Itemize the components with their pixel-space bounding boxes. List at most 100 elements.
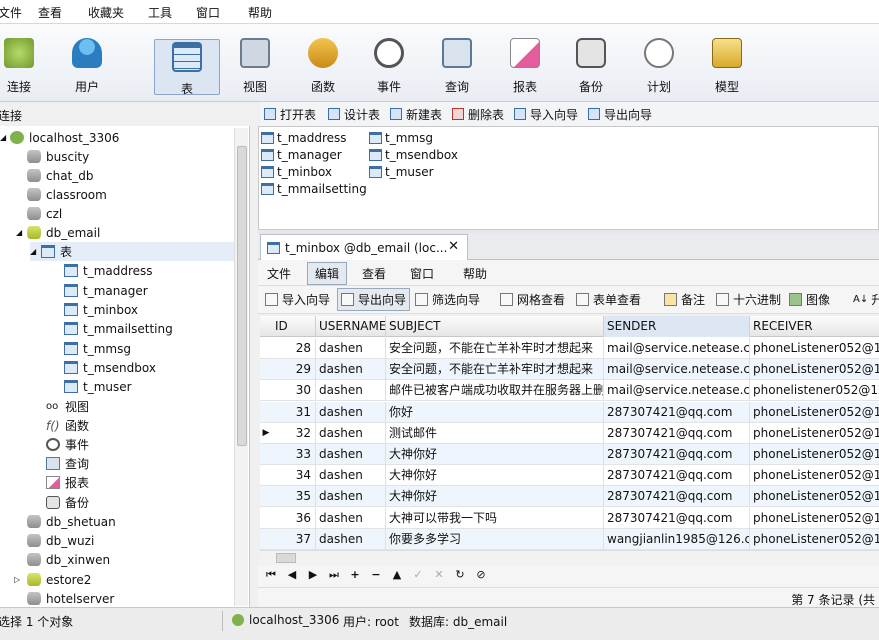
open-table-button[interactable]: 打开表 (264, 105, 316, 123)
filter-wizard-button[interactable]: 筛选向导 (415, 291, 480, 308)
table-cell[interactable]: 大神你好 (386, 465, 604, 487)
table-cell[interactable]: 28 (272, 338, 316, 359)
table-cell[interactable]: 287307421@qq.com (604, 401, 750, 423)
table-cell[interactable]: mail@service.netease.com (604, 380, 750, 402)
table-cell[interactable]: 大神你好 (386, 444, 604, 465)
delete-record-button[interactable]: − (369, 568, 383, 581)
tree-folder-queries[interactable]: 查询 (46, 454, 89, 473)
scrollbar-thumb[interactable] (237, 146, 247, 446)
tree-db-chat_db[interactable]: chat_db (27, 166, 94, 185)
table-row[interactable]: 34 dashen 大神你好 287307421@qq.com phoneListene… (260, 465, 879, 487)
table-cell[interactable]: 你要多多学习 (386, 528, 604, 550)
editor-menu-help[interactable]: 帮助 (463, 265, 487, 282)
tree-table-t_minbox[interactable]: t_minbox (64, 300, 138, 319)
tree-db-db_wuzi[interactable]: db_wuzi (27, 531, 94, 550)
hex-button[interactable]: 十六进制 (716, 291, 781, 308)
import-wizard-button[interactable]: 导入向导 (514, 105, 578, 123)
object-t_msendbox[interactable]: t_msendbox (369, 146, 458, 163)
schedule-button[interactable]: 计划 (626, 36, 692, 94)
table-cell[interactable]: 35 (272, 486, 316, 508)
editor-menu-edit[interactable]: 编辑 (307, 262, 348, 285)
event-button[interactable]: 事件 (356, 36, 422, 94)
table-cell[interactable]: 你好 (386, 401, 604, 423)
menu-help[interactable]: 帮助 (248, 4, 272, 21)
table-cell[interactable]: phoneListener052@126.com (750, 486, 879, 507)
table-cell[interactable]: 32 (272, 422, 316, 444)
table-cell[interactable]: phoneListener052@126.com (750, 423, 879, 444)
editor-menu-file[interactable]: 文件 (267, 265, 291, 282)
object-t_mmsg[interactable]: t_mmsg (369, 129, 433, 146)
table-cell[interactable]: mail@service.netease.com (604, 338, 750, 359)
apply-button[interactable]: ✓ (411, 568, 425, 581)
tree-folder-views[interactable]: oo 视图 (46, 397, 89, 416)
object-t_manager[interactable]: t_manager (261, 146, 342, 163)
add-record-button[interactable]: + (348, 568, 362, 581)
report-button[interactable]: 报表 (492, 36, 558, 94)
object-t_maddress[interactable]: t_maddress (261, 129, 347, 146)
tree-db-db_shetuan[interactable]: db_shetuan (27, 512, 116, 531)
table-cell[interactable]: dashen (316, 465, 386, 487)
object-t_mmailsetting[interactable]: t_mmailsetting (261, 180, 367, 197)
query-button[interactable]: 查询 (424, 36, 490, 94)
export-wizard-button[interactable]: 导出向导 (588, 105, 652, 123)
table-cell[interactable]: dashen (316, 422, 386, 444)
editor-menu-view[interactable]: 查看 (362, 265, 386, 282)
scrollbar-thumb[interactable] (276, 553, 296, 563)
table-row[interactable]: 36 dashen 大神可以带我一下吗 287307421@qq.com phoneLi… (260, 507, 879, 529)
table-cell[interactable]: dashen (316, 401, 386, 423)
tree-folder-tables[interactable]: ◢ 表 (30, 242, 234, 261)
close-icon[interactable]: ✕ (448, 239, 459, 254)
table-cell[interactable]: dashen (316, 486, 386, 508)
table-cell[interactable]: dashen (316, 338, 386, 359)
table-cell[interactable]: 287307421@qq.com (604, 465, 750, 487)
tree-table-t_maddress[interactable]: t_maddress (64, 261, 153, 280)
table-cell[interactable]: 29 (272, 359, 316, 381)
table-cell[interactable]: 30 (272, 380, 316, 402)
table-cell[interactable]: wangjianlin1985@126.com (604, 528, 750, 550)
memo-button[interactable]: 备注 (664, 291, 705, 308)
table-row[interactable]: ▶ 32 dashen 测试邮件 287307421@qq.com phoneListen… (260, 422, 879, 444)
table-cell[interactable]: dashen (316, 528, 386, 550)
table-row[interactable]: 37dashen你要多多学习wangjianlin1985@126.compho… (260, 528, 879, 550)
table-cell[interactable]: phoneListener052@126.com (750, 444, 879, 465)
tree-db-estore2[interactable]: ▷ estore2 (14, 570, 91, 589)
column-header-id[interactable]: ID (272, 316, 316, 337)
editor-menu-window[interactable]: 窗口 (410, 265, 434, 282)
tree-connection[interactable]: ◢ localhost_3306 (0, 128, 119, 147)
table-row[interactable]: 31 dashen 你好 287307421@qq.com phoneListener0… (260, 401, 879, 423)
table-cell[interactable]: 大神可以带我一下吗 (386, 507, 604, 529)
discard-button[interactable]: ✕ (432, 568, 446, 581)
column-header-receiver[interactable]: RECEIVER (750, 316, 879, 337)
form-view-button[interactable]: 表单查看 (576, 291, 641, 308)
delete-table-button[interactable]: 删除表 (452, 105, 504, 123)
next-record-button[interactable]: ▶ (306, 568, 320, 581)
model-button[interactable]: 模型 (694, 36, 760, 94)
table-cell[interactable]: phoneListener052@126.com (750, 465, 879, 486)
table-cell[interactable]: mail@service.netease.com (604, 359, 750, 381)
table-cell[interactable]: 测试邮件 (386, 422, 604, 444)
object-t_minbox[interactable]: t_minbox (261, 163, 332, 180)
table-cell[interactable]: 安全问题，不能在亡羊补牢时才想起来 (386, 338, 604, 359)
view-button[interactable]: 视图 (222, 36, 288, 94)
table-row[interactable]: 30 dashen 邮件已被客户端成功收取并在服务器上删除 mail@service.… (260, 380, 879, 402)
tree-scrollbar[interactable] (234, 128, 248, 606)
tree-table-t_mmsg[interactable]: t_mmsg (64, 339, 131, 358)
tree-folder-reports[interactable]: 报表 (46, 473, 89, 492)
column-header-username[interactable]: USERNAME (316, 316, 386, 337)
prev-record-button[interactable]: ◀ (285, 568, 299, 581)
grid-view-button[interactable]: 网格查看 (500, 291, 565, 308)
menu-favorites[interactable]: 收藏夹 (88, 4, 124, 21)
table-cell[interactable]: phoneListener052@126.com (750, 338, 879, 359)
tree-table-t_manager[interactable]: t_manager (64, 281, 148, 300)
tree-folder-events[interactable]: 事件 (46, 435, 89, 454)
tree-db-czl[interactable]: czl (27, 204, 62, 223)
table-row[interactable]: 35 dashen 大神你好 287307421@qq.com phoneListene… (260, 486, 879, 508)
table-cell[interactable]: 37 (272, 528, 316, 550)
up-button[interactable]: ▲ (390, 568, 404, 581)
table-cell[interactable]: phoneListener052@126.com (750, 402, 879, 423)
table-button[interactable]: 表 (154, 39, 220, 96)
export-wizard-button[interactable]: 导出向导 (337, 288, 411, 311)
sort-button[interactable]: A↓ 升 (853, 291, 879, 308)
table-cell[interactable]: 邮件已被客户端成功收取并在服务器上删除 (386, 380, 604, 402)
tab-t_minbox[interactable]: t_minbox @db_email (loc... ✕ (260, 234, 468, 260)
